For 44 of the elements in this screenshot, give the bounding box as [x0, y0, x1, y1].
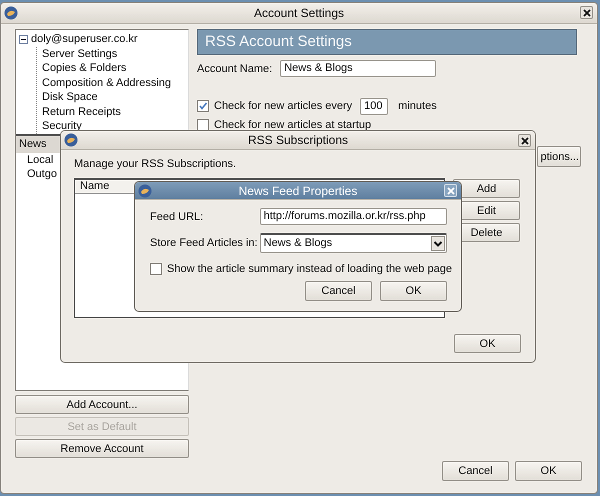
account-button[interactable]: Add Account... [15, 395, 189, 414]
dialog-title: RSS Subscriptions [248, 133, 348, 147]
panel-header: RSS Account Settings [197, 29, 577, 55]
tree-item[interactable]: doly@superuser.co.kr [16, 32, 188, 46]
app-logo-icon [64, 133, 78, 147]
checkbox[interactable] [150, 262, 162, 274]
checkbox-label: Check for new articles every [214, 100, 352, 112]
tree-item[interactable]: Disk Space [37, 90, 188, 104]
ok-button[interactable]: OK [454, 334, 521, 353]
checkbox[interactable] [197, 119, 209, 131]
account-name-field[interactable]: News & Blogs [280, 60, 436, 77]
feed-url-field[interactable]: http://forums.mozilla.or.kr/rss.php [260, 208, 447, 225]
dialog-button[interactable]: Cancel [442, 461, 509, 481]
minutes-field[interactable]: 100 [360, 98, 388, 114]
tree-item[interactable]: Composition & Addressing [37, 76, 188, 90]
checkbox-label: Check for new articles at startup [214, 119, 372, 131]
manage-subscriptions-button[interactable]: ptions... [537, 146, 581, 167]
intro-text: Manage your RSS Subscriptions. [74, 157, 238, 172]
dialog-button[interactable]: OK [380, 281, 447, 301]
close-icon [582, 8, 590, 16]
dialog-title: News Feed Properties [238, 184, 358, 198]
dialog-button[interactable]: OK [515, 461, 582, 481]
caret-icon [431, 236, 445, 250]
close-button[interactable] [580, 6, 593, 19]
tree-item[interactable]: Copies & Folders [37, 61, 188, 76]
close-icon [520, 136, 528, 144]
feed-url-label: Feed URL: [150, 210, 204, 222]
unit-label: minutes [398, 100, 437, 112]
account-button[interactable]: Remove Account [15, 439, 189, 458]
close-icon [446, 186, 454, 194]
tree-item[interactable]: Return Receipts [37, 104, 188, 119]
checkbox-label: Show the article summary instead of loading the web page [167, 262, 452, 274]
store-label: Store Feed Articles in: [150, 236, 259, 248]
app-logo-icon [4, 6, 18, 20]
tree-item[interactable]: Security [37, 119, 188, 134]
checkbox[interactable] [197, 100, 209, 112]
dialog-button[interactable]: Cancel [305, 281, 372, 301]
tree-item[interactable]: Server Settings [37, 46, 188, 61]
folder-dropdown[interactable]: News & Blogs [260, 232, 447, 252]
account-name-label: Account Name: [197, 62, 272, 74]
window-title: Account Settings [254, 6, 344, 20]
app-logo-icon [138, 184, 152, 198]
close-button[interactable] [518, 134, 531, 147]
collapse-icon[interactable] [19, 34, 28, 44]
